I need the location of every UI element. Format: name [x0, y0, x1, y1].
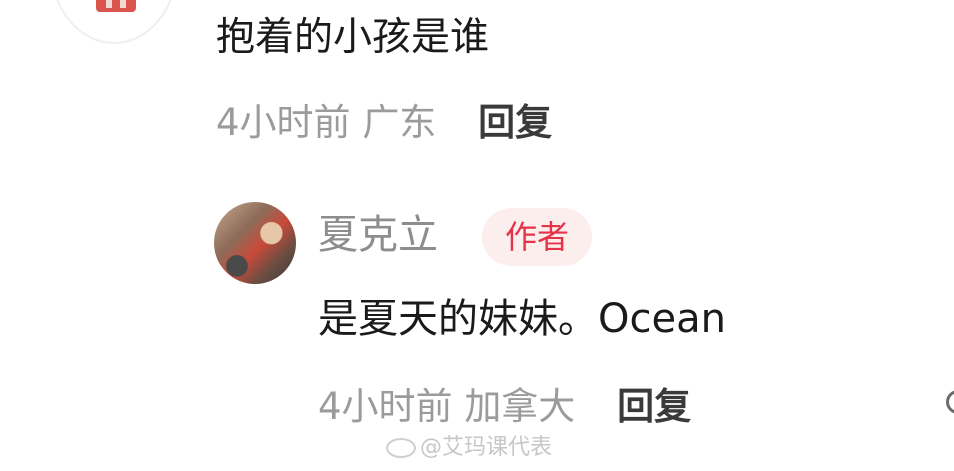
reply-meta: 4小时前 加拿大 回复 — [318, 384, 691, 430]
watermark-text: @艾玛课代表 — [420, 435, 553, 460]
comment-text: 抱着的小孩是谁 — [216, 15, 490, 60]
reply-text: 是夏天的妹妹。Ocean — [318, 296, 726, 342]
reply-time: 4小时前 — [318, 385, 453, 428]
avatar-logo-icon — [96, 0, 136, 12]
comment-location: 广东 — [362, 101, 437, 144]
comment-reply-button[interactable]: 回复 — [478, 101, 552, 144]
comment-time: 4小时前 — [216, 101, 351, 144]
reply-reply-button[interactable]: 回复 — [617, 385, 691, 428]
reply-location: 加拿大 — [464, 385, 576, 428]
weibo-icon — [386, 438, 416, 458]
search-icon[interactable] — [946, 390, 954, 414]
author-avatar[interactable] — [214, 202, 296, 284]
comment-meta: 4小时前 广东 回复 — [216, 100, 552, 146]
watermark: @艾玛课代表 — [386, 434, 552, 462]
author-badge: 作者 — [482, 208, 592, 266]
author-username[interactable]: 夏克立 — [318, 210, 438, 260]
commenter-avatar[interactable] — [50, 0, 178, 44]
